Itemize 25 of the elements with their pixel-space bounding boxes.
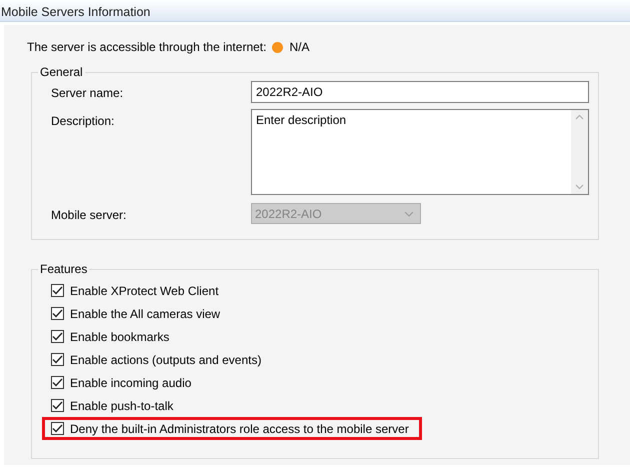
checkbox[interactable] (51, 284, 64, 297)
checkbox[interactable] (51, 422, 64, 435)
checkbox-label: Enable actions (outputs and events) (70, 352, 262, 368)
checkbox-label: Enable bookmarks (70, 328, 170, 346)
status-label: The server is accessible through the internet: (27, 39, 266, 56)
checkbox[interactable] (51, 307, 64, 320)
description-field[interactable]: Enter description (251, 109, 589, 195)
chevron-down-icon (404, 210, 414, 216)
checkbox[interactable] (51, 330, 64, 343)
field-label: Server name: (51, 85, 124, 102)
checkbox[interactable] (51, 353, 64, 366)
status-value: N/A (289, 39, 310, 56)
server-name-field[interactable]: 2022R2-AIO (251, 81, 589, 103)
field-label: Description: (51, 113, 116, 130)
group-title: Features (38, 262, 90, 276)
checkbox[interactable] (51, 399, 64, 412)
checkbox-label: Enable XProtect Web Client (70, 282, 219, 300)
checkbox[interactable] (51, 376, 64, 389)
group-title: General (38, 65, 85, 79)
checkbox-label: Enable push-to-talk (70, 398, 174, 414)
checkbox-label: Enable incoming audio (70, 374, 192, 392)
field-label: Mobile server: (51, 207, 128, 224)
checkbox-label: Enable the All cameras view (70, 306, 220, 322)
checkbox-label: Deny the built-in Administrators role access to the mobile server (70, 420, 409, 438)
window-title: Mobile Servers Information (0, 0, 630, 22)
